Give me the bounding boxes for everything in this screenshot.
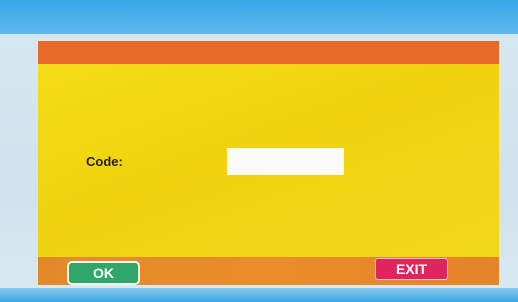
exit-button[interactable]: EXIT	[375, 258, 448, 280]
top-bar	[0, 0, 518, 34]
dialog-header	[38, 41, 499, 64]
code-input[interactable]	[227, 148, 344, 175]
code-dialog: Code: OK EXIT	[38, 41, 499, 285]
bottom-bar	[0, 288, 518, 302]
code-label: Code:	[86, 154, 123, 169]
ok-button[interactable]: OK	[67, 261, 140, 285]
